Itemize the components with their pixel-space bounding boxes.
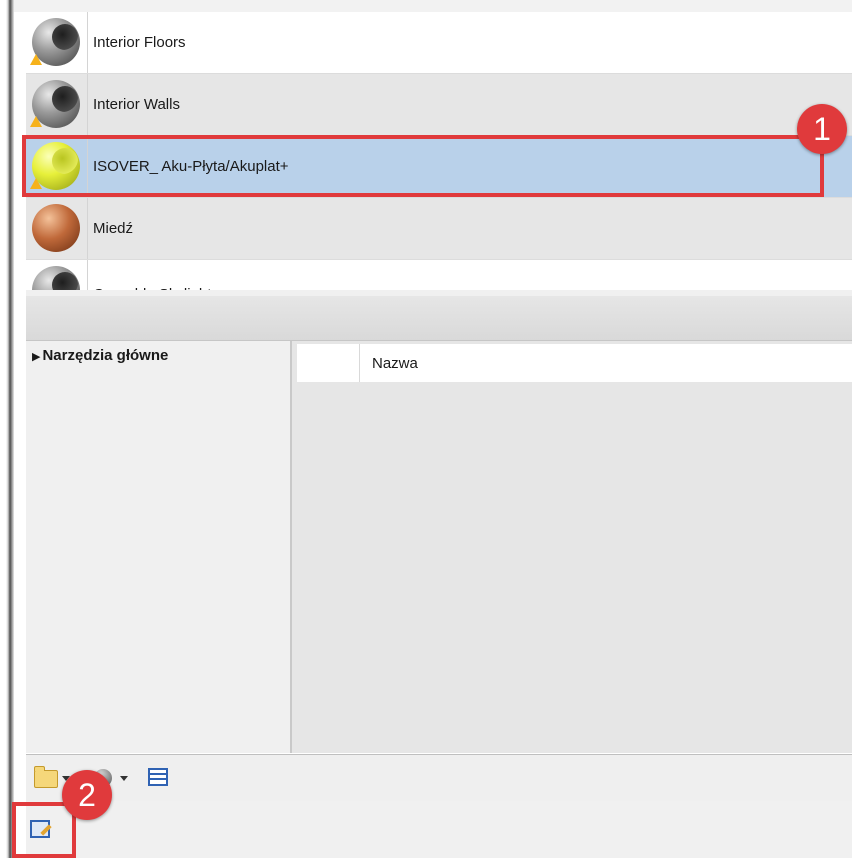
chevron-down-icon[interactable] [120, 776, 128, 781]
window-left-edge [0, 0, 14, 858]
material-label: Operable Skylights [93, 264, 219, 290]
bottom-status-bar [26, 801, 852, 858]
material-label: ISOVER_ Aku-Płyta/Akuplat+ [93, 158, 289, 175]
warning-icon [30, 54, 42, 65]
library-toolbar [26, 754, 852, 802]
library-tree-panel: ▶ Narzędzia główne [26, 341, 292, 753]
annotation-badge-1: 1 [797, 104, 847, 154]
material-label: Interior Floors [93, 34, 186, 51]
material-label: Interior Walls [93, 96, 180, 113]
column-divider[interactable] [359, 344, 360, 382]
column-header-row: Nazwa [297, 344, 852, 382]
warning-icon [30, 116, 42, 127]
annotation-badge-2: 2 [62, 770, 112, 820]
material-list[interactable]: Interior Floors Interior Walls ISOVER_ A… [26, 12, 852, 290]
material-row[interactable]: Operable Skylights [26, 260, 852, 290]
material-row-selected[interactable]: ISOVER_ Aku-Płyta/Akuplat+ [26, 136, 852, 198]
tree-item-label: Narzędzia główne [42, 347, 169, 364]
copper-sphere-icon [32, 204, 80, 252]
material-thumbnail [26, 136, 88, 197]
material-editor-icon[interactable] [30, 820, 52, 838]
material-thumbnail [26, 12, 88, 73]
column-header-name[interactable]: Nazwa [372, 344, 418, 384]
material-row[interactable]: Interior Floors [26, 12, 852, 74]
gray-sphere-icon [32, 266, 80, 290]
material-thumbnail [26, 198, 88, 259]
library-header-band [26, 296, 852, 341]
material-thumbnail [26, 260, 88, 290]
list-top-strip [14, 0, 852, 12]
expand-arrow-icon[interactable]: ▶ [32, 351, 40, 363]
tree-item-main-tools[interactable]: ▶ Narzędzia główne [32, 347, 168, 364]
warning-icon [30, 178, 42, 189]
material-label: Miedź [93, 220, 134, 237]
list-view-icon[interactable] [148, 768, 168, 786]
material-thumbnail [26, 74, 88, 135]
material-row[interactable]: Miedź [26, 198, 852, 260]
folder-key-icon[interactable] [34, 766, 58, 788]
material-row[interactable]: Interior Walls [26, 74, 852, 136]
library-details-panel: Nazwa [292, 341, 852, 753]
